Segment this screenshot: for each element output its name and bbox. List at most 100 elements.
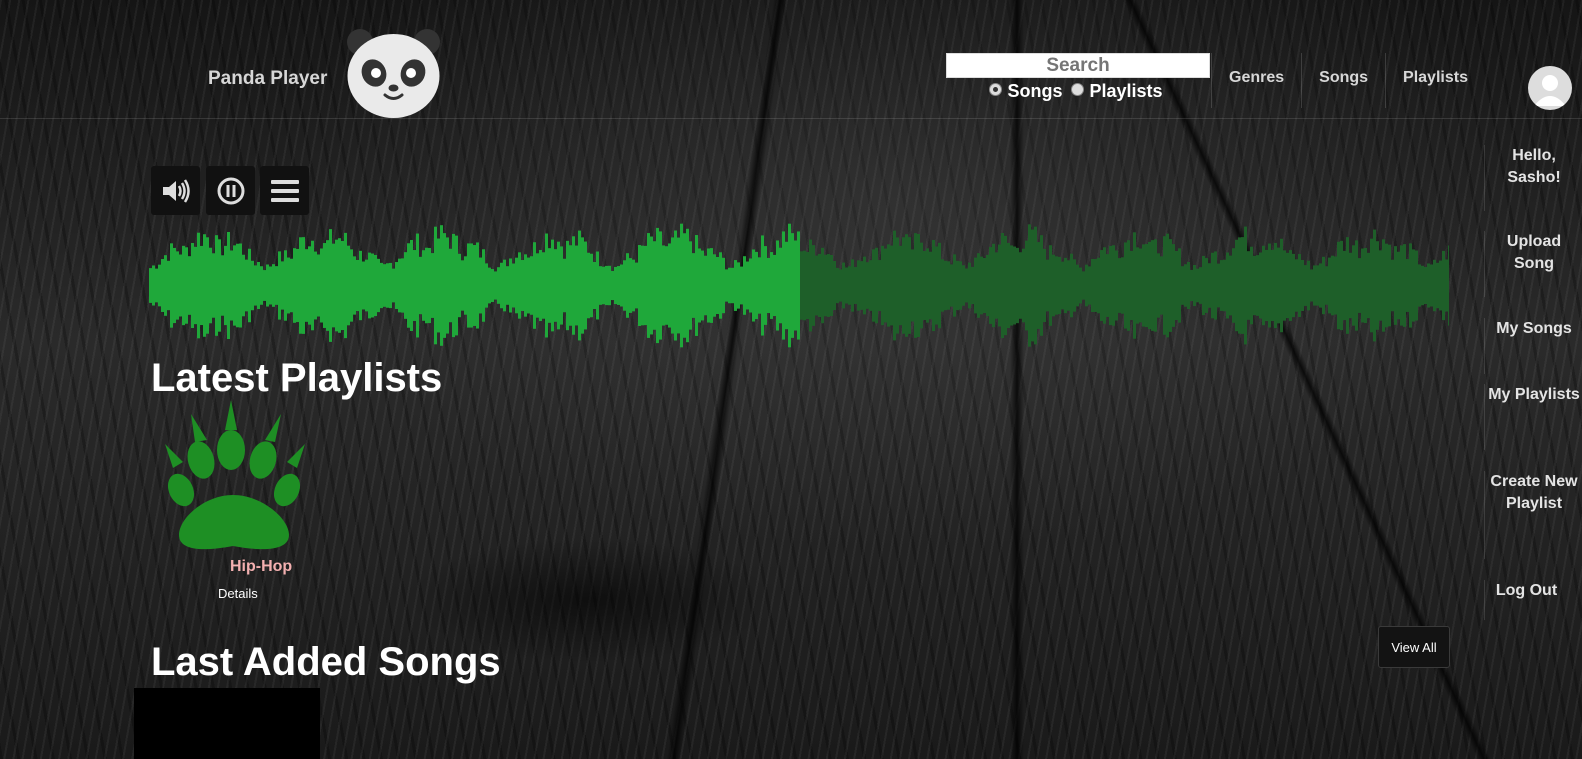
waveform-bar <box>215 235 218 336</box>
waveform-bar <box>974 257 977 314</box>
waveform-bar <box>653 241 656 330</box>
waveform-bar <box>209 247 212 324</box>
view-all-button[interactable]: View All <box>1378 626 1450 668</box>
greeting: Hello, Sasho! <box>1484 145 1582 211</box>
waveform-bar <box>806 251 809 320</box>
waveform-bar <box>1322 256 1325 315</box>
waveform-bar <box>683 233 686 338</box>
panda-logo[interactable] <box>346 26 441 118</box>
waveform-bar <box>1313 265 1316 306</box>
pause-button[interactable] <box>206 166 255 215</box>
sidebar-item-create-playlist[interactable]: Create New Playlist <box>1484 471 1582 559</box>
waveform-bar <box>1340 240 1343 331</box>
waveform-bar <box>194 246 197 325</box>
waveform-bar <box>167 260 170 311</box>
nav-genres[interactable]: Genres <box>1211 53 1301 108</box>
waveform-bar <box>398 258 401 313</box>
waveform-bar <box>584 241 587 330</box>
playlist-details-button[interactable]: Details <box>218 586 258 601</box>
sidebar-item-log-out[interactable]: Log Out <box>1484 580 1582 620</box>
waveform-bar <box>1097 257 1100 314</box>
waveform-bar <box>1145 243 1148 328</box>
waveform-bar <box>1442 250 1445 321</box>
waveform-bar <box>854 267 857 304</box>
waveform-bar <box>509 258 512 313</box>
volume-button[interactable] <box>151 166 200 215</box>
playlist-menu-button[interactable] <box>260 166 309 215</box>
waveform-bar <box>830 254 833 317</box>
waveform-bar <box>497 267 500 304</box>
waveform-bar <box>863 256 866 315</box>
scope-songs-label: Songs <box>1007 81 1063 101</box>
waveform-bar <box>530 256 533 315</box>
waveform-bar <box>557 241 560 330</box>
radio-songs[interactable] <box>989 83 1003 96</box>
waveform-bar <box>686 228 689 343</box>
waveform-bar <box>161 259 164 312</box>
waveform-bar <box>260 266 263 305</box>
waveform-bar <box>248 248 251 323</box>
waveform-bar <box>1436 262 1439 309</box>
waveform-bar <box>1100 250 1103 321</box>
waveform-bar <box>431 253 434 318</box>
waveform-bar <box>1283 250 1286 321</box>
scope-songs-option[interactable]: Songs <box>989 81 1062 101</box>
waveform-bar <box>809 239 812 332</box>
waveform-bar <box>338 238 341 333</box>
nav-playlists[interactable]: Playlists <box>1385 53 1485 108</box>
waveform-bar <box>1115 250 1118 321</box>
waveform-bar <box>872 249 875 322</box>
sidebar-item-upload-song[interactable]: Upload Song <box>1484 231 1582 297</box>
waveform-bar <box>1439 260 1442 311</box>
waveform-bar <box>716 257 719 314</box>
sidebar-item-my-playlists[interactable]: My Playlists <box>1484 384 1582 450</box>
waveform-bar <box>1355 240 1358 331</box>
playlist-card[interactable]: Hip-Hop Details <box>165 400 305 601</box>
playlist-name[interactable]: Hip-Hop <box>230 558 292 576</box>
waveform-bar <box>491 269 494 302</box>
search-input[interactable] <box>946 53 1210 78</box>
waveform-bar <box>176 251 179 320</box>
waveform-bar <box>1256 255 1259 316</box>
volume-icon <box>162 178 190 203</box>
waveform-bar <box>542 252 545 319</box>
waveform-bar <box>1124 242 1127 329</box>
waveform-bar <box>1394 246 1397 325</box>
waveform-bar <box>605 265 608 306</box>
waveform-bar <box>935 246 938 325</box>
waveform-bar <box>1262 245 1265 326</box>
waveform-bar <box>896 237 899 334</box>
waveform-bar <box>680 223 683 348</box>
song-thumbnail[interactable] <box>134 688 320 759</box>
waveform-bar <box>371 253 374 318</box>
waveform-bar <box>596 251 599 320</box>
radio-playlists[interactable] <box>1071 83 1085 96</box>
brand-name[interactable]: Panda Player <box>208 68 327 90</box>
waveform-bar <box>746 261 749 310</box>
waveform-bar <box>302 237 305 334</box>
waveform-bar <box>200 245 203 326</box>
waveform-bar <box>947 261 950 310</box>
scope-playlists-label: Playlists <box>1089 81 1163 101</box>
sidebar-item-my-songs[interactable]: My Songs <box>1484 318 1582 374</box>
nav-songs[interactable]: Songs <box>1301 53 1385 108</box>
scope-playlists-option[interactable]: Playlists <box>1071 81 1163 101</box>
waveform-bar <box>572 236 575 335</box>
waveform-bar <box>845 267 848 304</box>
waveform-bar <box>929 251 932 320</box>
waveform-bar <box>815 255 818 316</box>
waveform-bar <box>1406 259 1409 312</box>
top-nav: Genres Songs Playlists <box>1211 53 1485 108</box>
waveform-seekbar[interactable] <box>149 217 1449 354</box>
waveform-bar <box>1169 239 1172 332</box>
waveform-bar <box>191 242 194 329</box>
waveform-bar <box>650 236 653 335</box>
waveform-bar <box>581 237 584 334</box>
waveform-bar <box>437 238 440 333</box>
waveform-bar <box>962 265 965 306</box>
user-avatar[interactable] <box>1528 66 1572 110</box>
waveform-bar <box>1202 255 1205 316</box>
waveform-bar <box>164 255 167 316</box>
waveform-bar <box>527 257 530 314</box>
search-scope: Songs Playlists <box>946 81 1210 102</box>
